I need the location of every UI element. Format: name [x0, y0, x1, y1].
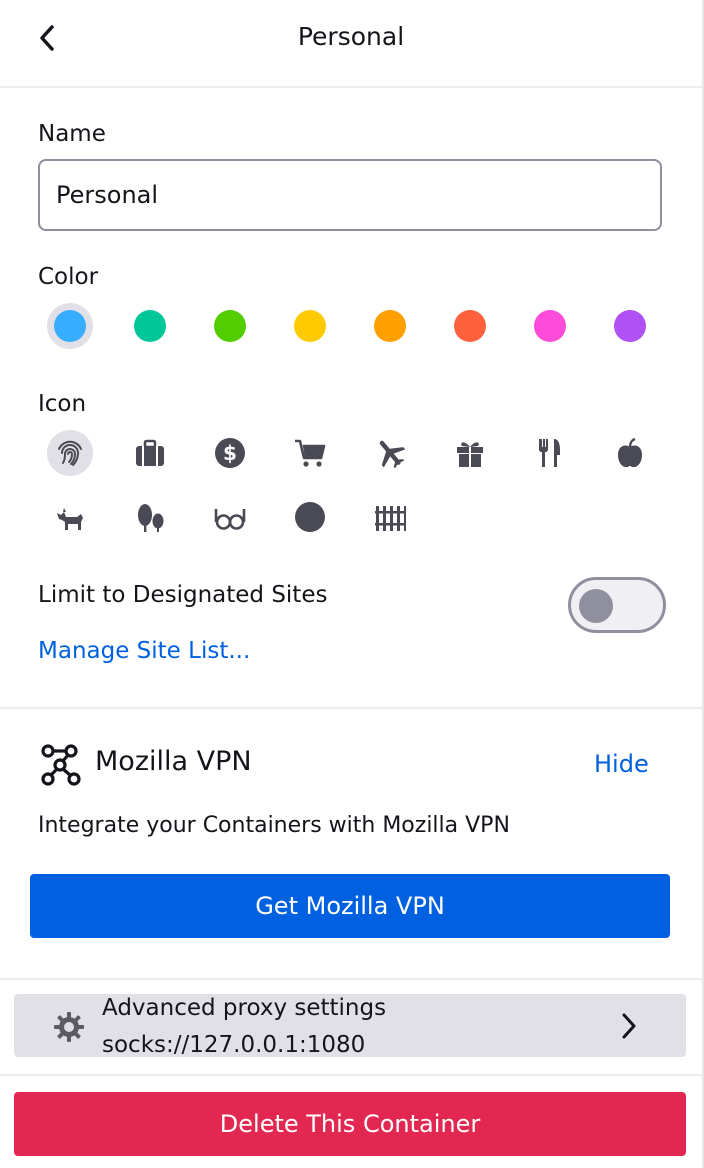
- color-dot: [134, 310, 166, 342]
- chevron-right-icon: [622, 1013, 636, 1039]
- color-dot: [374, 310, 406, 342]
- name-label: Name: [38, 121, 106, 147]
- fruit-icon: [618, 437, 642, 468]
- name-input[interactable]: [38, 159, 662, 231]
- proxy-settings-value: socks://127.0.0.1:1080: [102, 1032, 366, 1058]
- manage-site-list-link[interactable]: Manage Site List...: [38, 638, 250, 664]
- icon-option-cart[interactable]: [287, 430, 333, 476]
- gear-icon: [54, 1012, 84, 1042]
- color-dot: [214, 310, 246, 342]
- icon-option-chill[interactable]: [207, 494, 253, 540]
- color-swatch-green[interactable]: [207, 303, 253, 349]
- color-dot: [454, 310, 486, 342]
- vpn-description: Integrate your Containers with Mozilla V…: [38, 813, 510, 838]
- color-swatch-purple[interactable]: [607, 303, 653, 349]
- color-dot: [614, 310, 646, 342]
- color-swatch-red[interactable]: [447, 303, 493, 349]
- fingerprint-icon: [58, 440, 82, 466]
- advanced-proxy-settings-button[interactable]: Advanced proxy settings socks://127.0.0.…: [14, 994, 686, 1058]
- svg-text:$: $: [223, 441, 237, 465]
- divider: [0, 1074, 702, 1076]
- color-dot: [294, 310, 326, 342]
- page-title: Personal: [297, 22, 405, 51]
- icon-option-fruit[interactable]: [607, 430, 653, 476]
- briefcase-icon: [136, 439, 164, 466]
- color-swatch-orange[interactable]: [367, 303, 413, 349]
- color-swatch-blue[interactable]: [47, 303, 93, 349]
- color-dot: [54, 310, 86, 342]
- icon-option-vacation[interactable]: [367, 430, 413, 476]
- color-label: Color: [38, 264, 99, 290]
- icon-option-dollar[interactable]: $: [207, 430, 253, 476]
- toggle-knob: [579, 589, 613, 623]
- icon-label: Icon: [38, 391, 87, 417]
- vacation-icon: [379, 440, 406, 469]
- vpn-title: Mozilla VPN: [95, 746, 252, 777]
- circle-icon: [295, 502, 325, 532]
- vpn-hide-link[interactable]: Hide: [594, 750, 649, 778]
- icon-option-food[interactable]: [527, 430, 573, 476]
- chill-icon: [214, 509, 246, 530]
- pet-icon: [57, 508, 83, 530]
- icon-option-briefcase[interactable]: [127, 430, 173, 476]
- proxy-settings-title: Advanced proxy settings: [102, 995, 387, 1021]
- mozilla-vpn-logo-icon: [41, 744, 81, 786]
- color-swatch-turquoise[interactable]: [127, 303, 173, 349]
- icon-option-pet[interactable]: [47, 494, 93, 540]
- tree-icon: [138, 504, 164, 532]
- icon-option-tree[interactable]: [127, 494, 173, 540]
- food-icon: [539, 439, 560, 467]
- icon-option-fence[interactable]: [367, 494, 413, 540]
- cart-icon: [295, 439, 326, 467]
- divider: [0, 707, 702, 709]
- get-mozilla-vpn-button[interactable]: Get Mozilla VPN: [30, 874, 670, 938]
- limit-sites-toggle[interactable]: [568, 577, 666, 633]
- color-swatch-pink[interactable]: [527, 303, 573, 349]
- icon-option-circle[interactable]: [287, 494, 333, 540]
- icon-option-fingerprint[interactable]: [47, 430, 93, 476]
- icon-option-gift[interactable]: [447, 430, 493, 476]
- delete-container-button[interactable]: Delete This Container: [14, 1092, 686, 1156]
- header: Personal: [0, 0, 702, 88]
- gift-icon: [457, 442, 483, 467]
- fence-icon: [375, 506, 406, 531]
- color-dot: [534, 310, 566, 342]
- divider: [0, 978, 702, 980]
- limit-sites-label: Limit to Designated Sites: [38, 582, 328, 608]
- dollar-icon: $: [215, 438, 245, 468]
- color-swatch-yellow[interactable]: [287, 303, 333, 349]
